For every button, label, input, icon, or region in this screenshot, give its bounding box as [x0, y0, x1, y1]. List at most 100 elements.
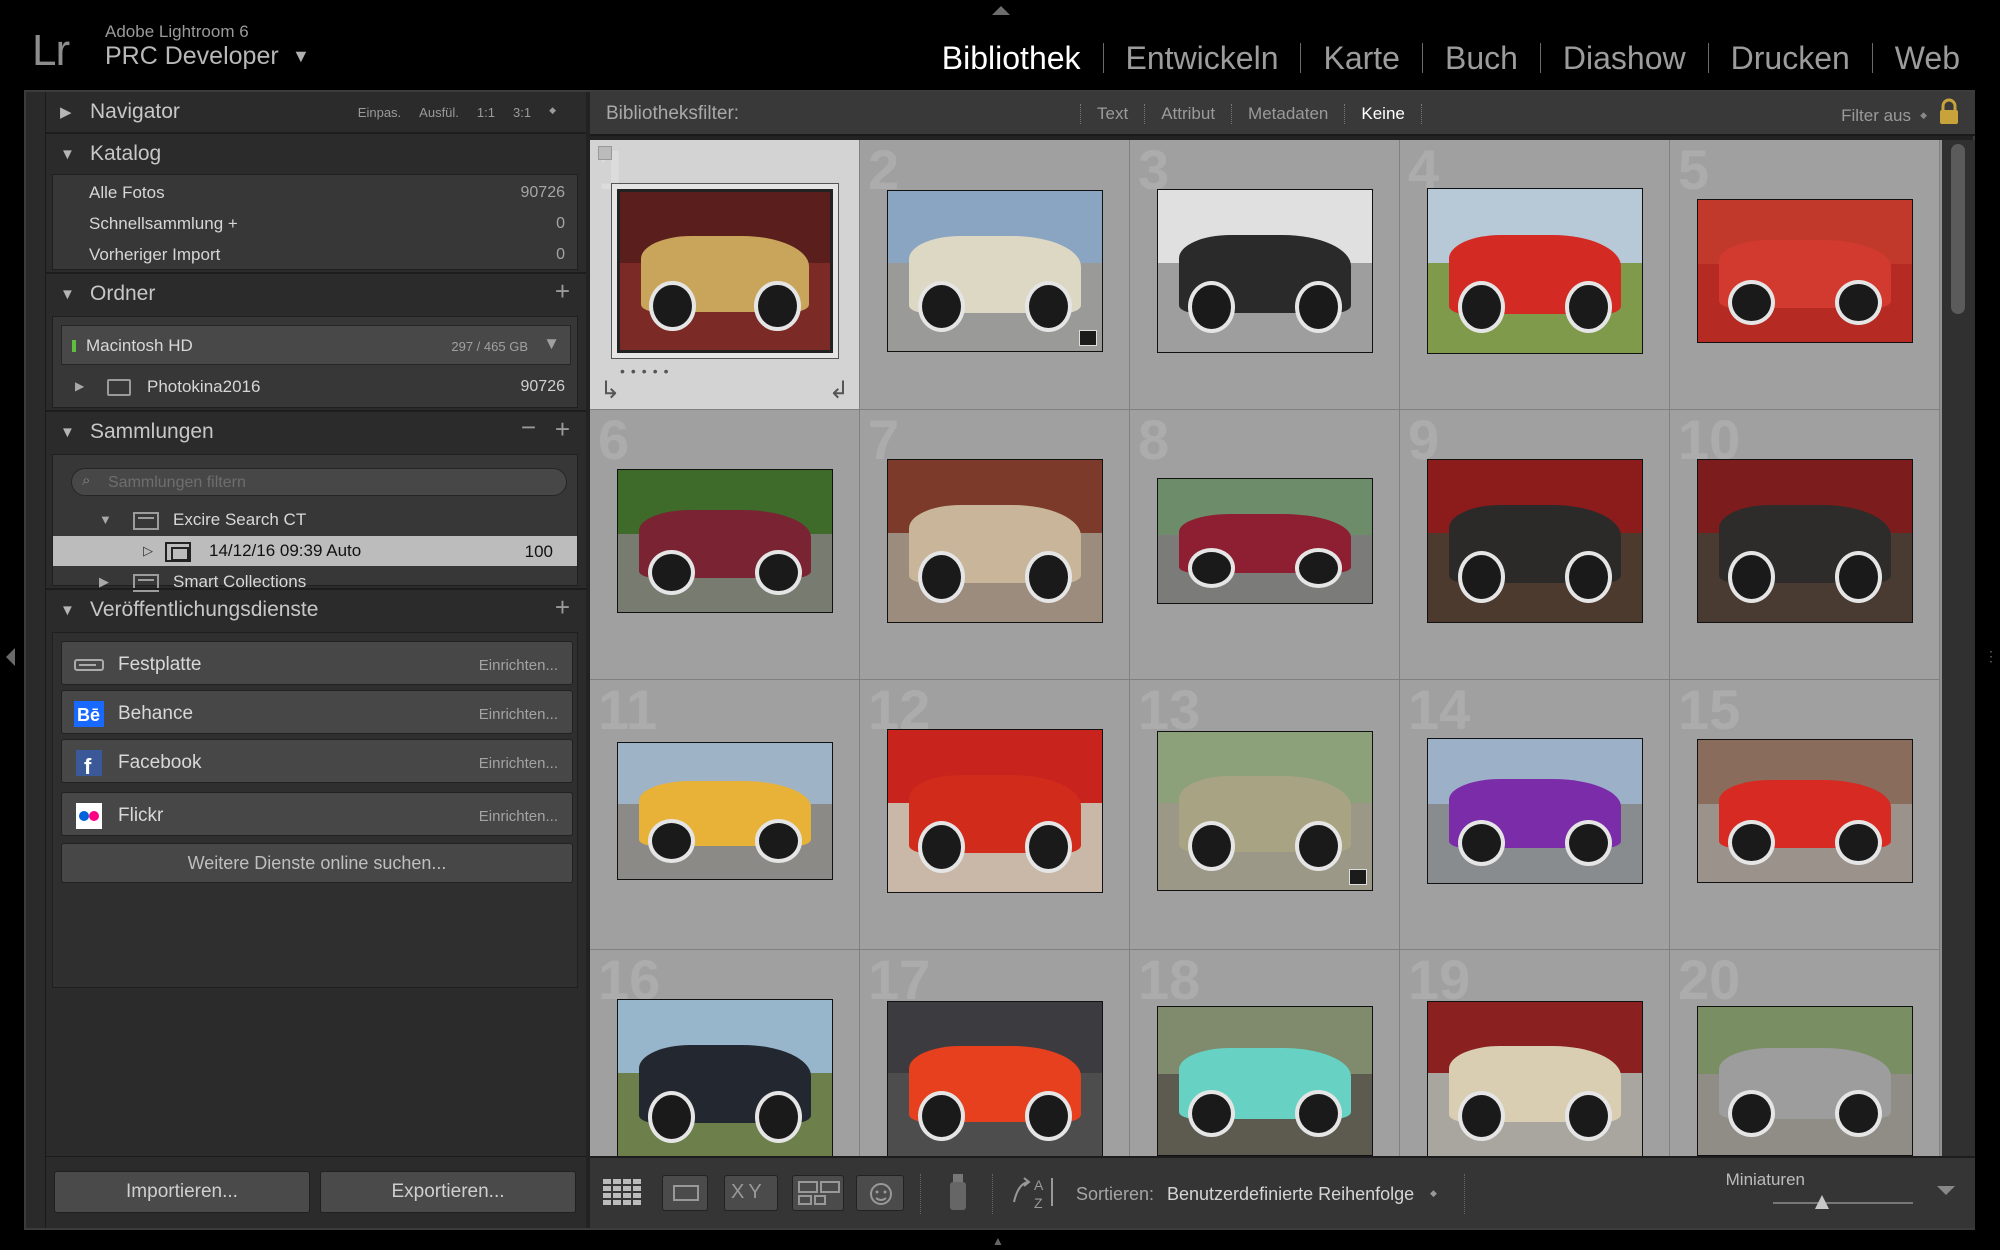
photo-thumbnail[interactable] [887, 190, 1103, 352]
rotate-right-icon[interactable]: ↲ [829, 376, 849, 405]
module-karte[interactable]: Karte [1301, 38, 1421, 78]
sort-direction-icon[interactable]: AZ [1010, 1172, 1060, 1212]
sort-dropdown-icon[interactable]: ◆ [1430, 1188, 1437, 1199]
grid-view-icon[interactable] [602, 1175, 648, 1211]
photo-thumbnail[interactable] [617, 189, 833, 353]
catalog-item-quick-collection[interactable]: Schnellsammlung + 0 [53, 208, 577, 239]
top-panel-toggle-icon[interactable] [992, 6, 1010, 15]
photo-thumbnail[interactable] [1697, 199, 1913, 343]
folders-header[interactable]: ▼ Ordner + [46, 274, 586, 314]
collections-search-input[interactable] [108, 472, 548, 494]
service-flickr[interactable]: Flickr Einrichten... [61, 792, 573, 836]
grid-cell[interactable]: 5 [1670, 140, 1940, 410]
photo-thumbnail[interactable] [1157, 1006, 1373, 1156]
service-hard-drive[interactable]: Festplatte Einrichten... [61, 641, 573, 685]
photo-thumbnail[interactable] [1427, 1001, 1643, 1156]
import-button[interactable]: Importieren... [54, 1171, 310, 1213]
photo-thumbnail[interactable] [887, 1001, 1103, 1156]
zoom-stepper-icon[interactable]: ◆ [549, 105, 556, 120]
grid-cell[interactable]: 10 [1670, 410, 1940, 680]
grid-cell[interactable]: 9 [1400, 410, 1670, 680]
zoom-fill[interactable]: Ausfül. [419, 105, 459, 120]
grid-cell[interactable]: 2 [860, 140, 1130, 410]
navigator-header[interactable]: ▶ Navigator Einpas. Ausfül. 1:1 3:1 ◆ [46, 92, 586, 132]
slider-knob[interactable] [1815, 1195, 1829, 1209]
grid-cell[interactable]: 12 [860, 680, 1130, 950]
photo-thumbnail[interactable] [1427, 459, 1643, 623]
photo-thumbnail[interactable] [1697, 739, 1913, 883]
identity-dropdown-icon[interactable]: ▼ [292, 46, 310, 67]
collection-set-smart[interactable]: ▶ Smart Collections [53, 567, 577, 592]
collapsed-triangle-icon[interactable]: ▶ [75, 379, 84, 393]
module-bibliothek[interactable]: Bibliothek [920, 38, 1103, 78]
volume-macintosh-hd[interactable]: Macintosh HD 297 / 465 GB ▼ [61, 325, 571, 365]
filter-text[interactable]: Text [1081, 104, 1144, 124]
filter-none[interactable]: Keine [1345, 104, 1420, 124]
filmstrip-grip-icon[interactable]: ▲ [992, 1234, 1004, 1248]
module-web[interactable]: Web [1873, 38, 1982, 78]
collections-search[interactable]: ⌕ [71, 468, 567, 496]
grid-cell[interactable]: 18 [1130, 950, 1400, 1156]
add-folder-icon[interactable]: + [555, 276, 570, 307]
photo-thumbnail[interactable] [1427, 738, 1643, 884]
sort-order-select[interactable]: Benutzerdefinierte Reihenfolge [1167, 1184, 1414, 1205]
grid-cell[interactable]: 1 ••••• ↳ ↲ [590, 140, 860, 410]
volume-dropdown-icon[interactable]: ▼ [543, 334, 560, 354]
grid-cell[interactable]: 6 [590, 410, 860, 680]
zoom-1-1[interactable]: 1:1 [477, 105, 495, 120]
compare-view-button[interactable]: XY [724, 1175, 778, 1211]
expanded-triangle-icon[interactable]: ▼ [99, 512, 112, 527]
right-panel-grip-icon[interactable]: ⋮ [1984, 648, 1998, 665]
photo-thumbnail[interactable] [1697, 1006, 1913, 1156]
filter-preset-dropdown-icon[interactable]: ◆ [1920, 110, 1927, 121]
grid-cell[interactable]: 7 [860, 410, 1130, 680]
service-setup-link[interactable]: Einrichten... [479, 755, 558, 772]
photo-thumbnail[interactable] [887, 729, 1103, 893]
service-setup-link[interactable]: Einrichten... [479, 808, 558, 825]
service-setup-link[interactable]: Einrichten... [479, 706, 558, 723]
rating-dots-icon[interactable]: ••••• [620, 363, 675, 379]
grid-cell[interactable]: 13 [1130, 680, 1400, 950]
grid-cell[interactable]: 14 [1400, 680, 1670, 950]
photo-thumbnail[interactable] [1157, 189, 1373, 353]
left-panel-toggle-icon[interactable] [6, 648, 15, 666]
catalog-header[interactable]: ▼ Katalog [46, 134, 586, 174]
metadata-badge-icon[interactable] [1349, 869, 1367, 885]
photo-thumbnail[interactable] [617, 469, 833, 613]
photo-thumbnail[interactable] [617, 999, 833, 1156]
remove-collection-icon[interactable]: − [521, 412, 536, 443]
zoom-3-1[interactable]: 3:1 [513, 105, 531, 120]
filter-attribute[interactable]: Attribut [1145, 104, 1231, 124]
metadata-badge-icon[interactable] [1079, 330, 1097, 346]
grid-cell[interactable]: 3 [1130, 140, 1400, 410]
service-setup-link[interactable]: Einrichten... [479, 657, 558, 674]
zoom-fit[interactable]: Einpas. [358, 105, 401, 120]
export-button[interactable]: Exportieren... [320, 1171, 576, 1213]
photo-thumbnail[interactable] [1427, 188, 1643, 354]
publish-services-header[interactable]: ▼ Veröffentlichungsdienste + [46, 590, 586, 630]
scrollbar-thumb[interactable] [1951, 144, 1965, 314]
flag-icon[interactable] [598, 146, 612, 160]
filter-preset-select[interactable]: Filter aus [1841, 106, 1911, 126]
catalog-item-previous-import[interactable]: Vorheriger Import 0 [53, 239, 577, 270]
folder-item-photokina2016[interactable]: ▶ Photokina2016 90726 [53, 371, 577, 403]
add-service-icon[interactable]: + [555, 592, 570, 623]
grid-cell[interactable]: 11 [590, 680, 860, 950]
rotate-left-icon[interactable]: ↳ [600, 376, 620, 405]
module-entwickeln[interactable]: Entwickeln [1104, 38, 1301, 78]
filter-metadata[interactable]: Metadaten [1232, 104, 1344, 124]
collection-set-excire[interactable]: ▼ Excire Search CT [53, 505, 577, 535]
lock-icon[interactable] [1937, 98, 1961, 126]
grid-cell[interactable]: 19 [1400, 950, 1670, 1156]
grid-cell[interactable]: 15 [1670, 680, 1940, 950]
grid-cell[interactable]: 16 [590, 950, 860, 1156]
service-facebook[interactable]: f Facebook Einrichten... [61, 739, 573, 783]
identity-plate[interactable]: PRC Developer [105, 42, 279, 71]
people-view-button[interactable] [856, 1175, 904, 1211]
service-behance[interactable]: Bē Behance Einrichten... [61, 690, 573, 734]
module-drucken[interactable]: Drucken [1709, 38, 1872, 78]
add-collection-icon[interactable]: + [555, 414, 570, 445]
grid-cell[interactable]: 20 [1670, 950, 1940, 1156]
thumbnail-size-slider[interactable] [1773, 1195, 1913, 1209]
photo-thumbnail[interactable] [887, 459, 1103, 623]
